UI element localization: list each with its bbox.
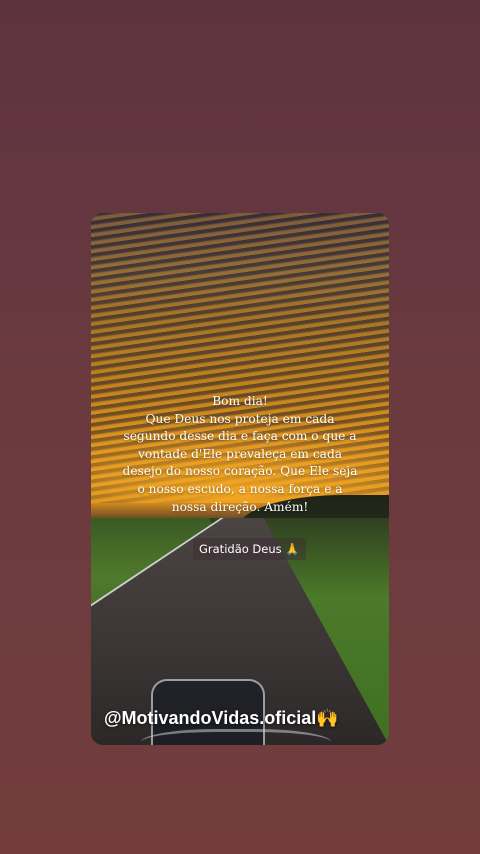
tag-label: Gratidão Deus: [199, 542, 282, 556]
story-card[interactable]: Bom dia! Que Deus nos proteja em cada se…: [91, 213, 389, 745]
message-line: segundo desse dia e faça com o que a: [123, 429, 357, 444]
message-line: o nosso escudo, a nossa força e a: [137, 481, 343, 496]
message-line: vontade d'Ele prevaleça em cada: [137, 446, 343, 461]
message-line: Bom dia!: [212, 394, 268, 408]
story-message: Bom dia! Que Deus nos proteja em cada se…: [91, 393, 389, 516]
account-handle[interactable]: @MotivandoVidas.oficial🙌: [104, 708, 339, 729]
message-line: Que Deus nos proteja em cada: [145, 411, 335, 426]
raised-hands-icon: 🙌: [316, 708, 339, 728]
gratitude-tag[interactable]: Gratidão Deus 🙏: [193, 538, 306, 560]
praying-hands-icon: 🙏: [285, 542, 300, 556]
vehicle-dashboard: [141, 729, 331, 745]
message-line: nossa direção. Amém!: [171, 499, 309, 514]
handle-label: @MotivandoVidas.oficial: [104, 708, 317, 728]
message-line: desejo do nosso coração. Que Ele seja: [122, 464, 358, 479]
